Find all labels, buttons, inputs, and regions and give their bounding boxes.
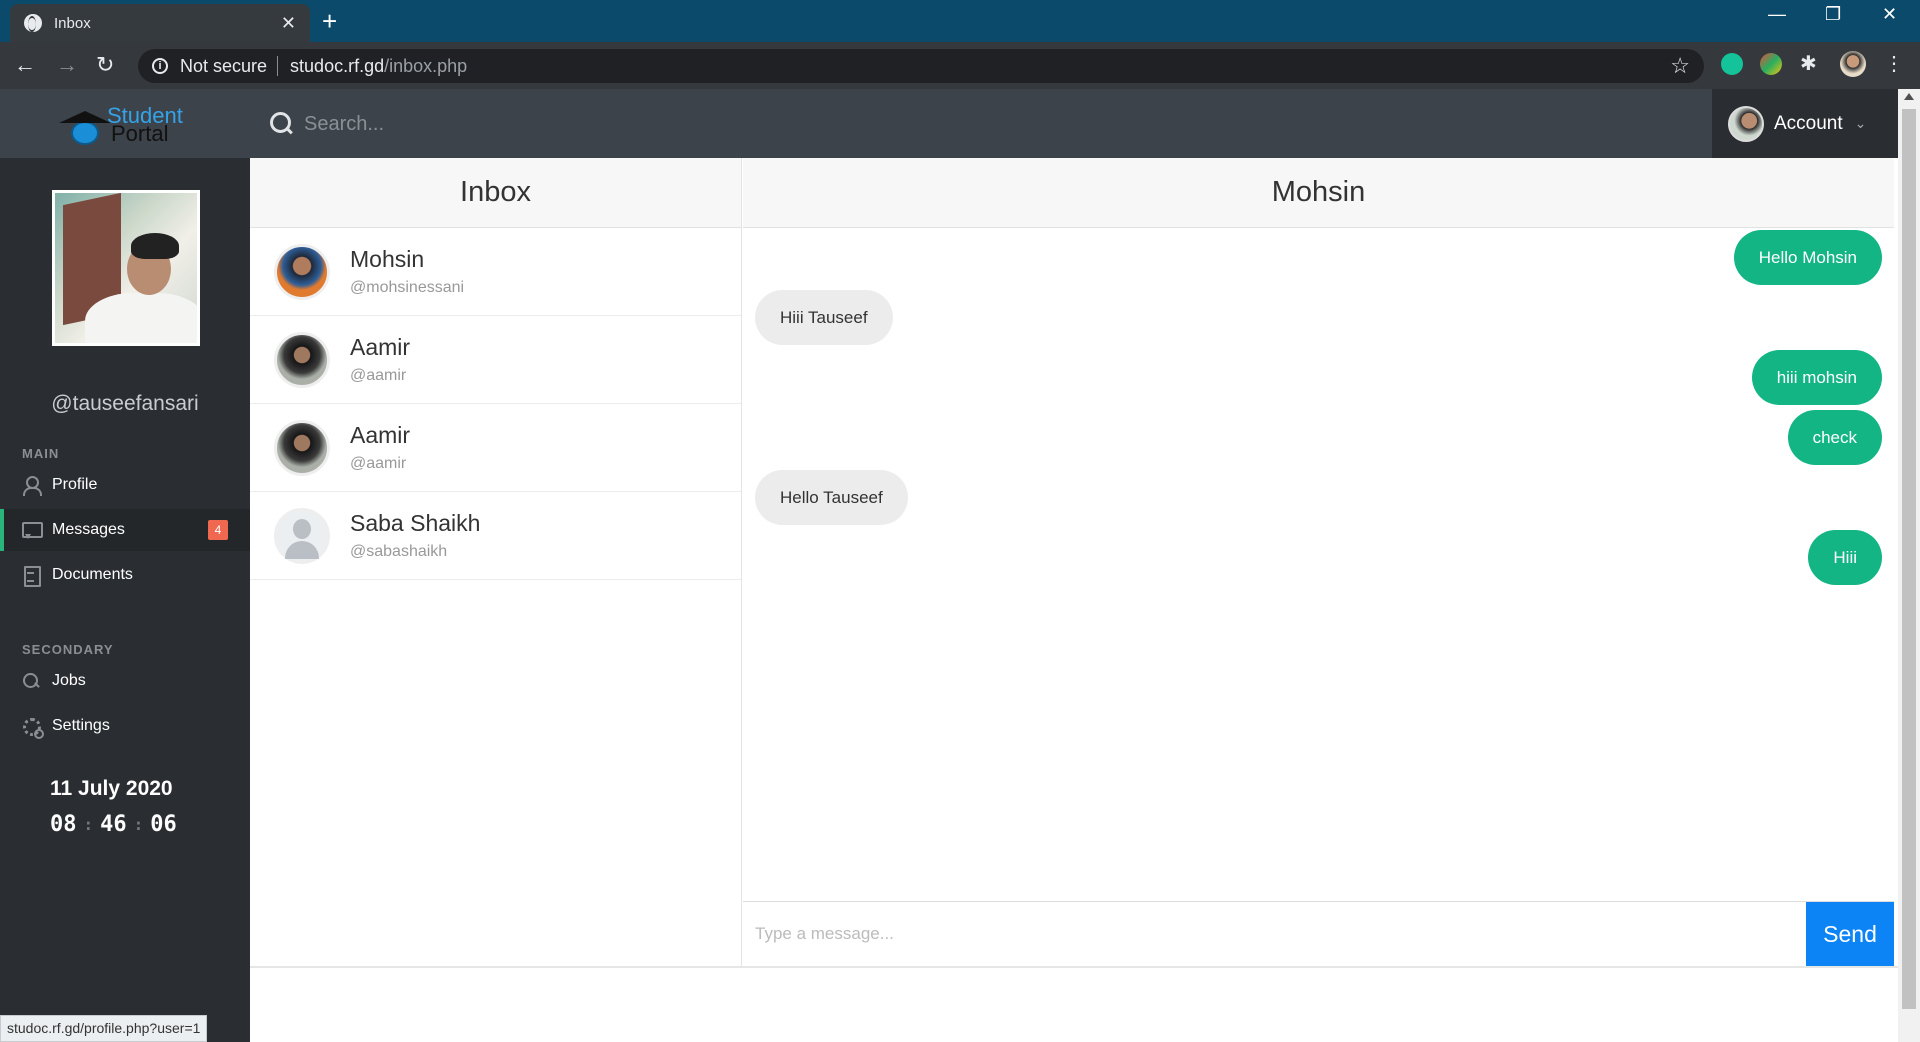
sidebar-item-label: Jobs: [52, 672, 86, 689]
profile-photo[interactable]: [52, 190, 200, 346]
bookmark-star-icon[interactable]: ☆: [1670, 53, 1690, 79]
sidebar-item-settings[interactable]: Settings: [0, 705, 250, 747]
logo-area: Student Portal: [0, 89, 250, 158]
graduation-cap-globe-icon: [59, 110, 111, 145]
chat-panel: Mohsin Hello Mohsin Hiii Tauseef hiii mo…: [743, 158, 1894, 966]
sidebar-item-messages[interactable]: Messages 4: [0, 509, 250, 551]
browser-toolbar: ← → ↻ i Not secure studoc.rf.gd/inbox.ph…: [0, 42, 1920, 89]
contact-item[interactable]: Aamir @aamir: [250, 404, 741, 492]
chat-icon: [22, 521, 43, 539]
avatar: [274, 243, 330, 300]
divider: [250, 966, 1898, 968]
extension-icon[interactable]: [1760, 53, 1782, 75]
contact-handle: @sabashaikh: [350, 543, 448, 560]
contact-name: Aamir: [350, 334, 411, 360]
chat-title: Mohsin: [743, 158, 1894, 228]
sidebar-item-profile[interactable]: Profile: [0, 464, 250, 506]
clock-minutes: 46: [100, 812, 127, 837]
sidebar-item-jobs[interactable]: Jobs: [0, 660, 250, 702]
contact-name: Mohsin: [350, 246, 425, 272]
contact-name: Saba Shaikh: [350, 510, 481, 536]
message-input[interactable]: [743, 902, 1806, 966]
account-label: Account: [1774, 112, 1843, 134]
minimize-button[interactable]: —: [1768, 4, 1786, 25]
menu-kebab-icon[interactable]: ⋮: [1884, 53, 1906, 75]
url-path: /inbox.php: [384, 55, 468, 76]
default-avatar-icon: [274, 507, 330, 564]
sidebar-date: 11 July 2020: [50, 777, 173, 800]
sidebar-username: @tauseefansari: [51, 392, 199, 415]
url-host: studoc.rf.gd: [290, 55, 385, 76]
forward-button[interactable]: →: [56, 52, 78, 78]
sidebar-clock: 08 : 46 : 06: [50, 812, 177, 837]
close-window-button[interactable]: ✕: [1882, 4, 1897, 25]
app-root: Student Portal @tauseefansari MAIN Profi…: [0, 89, 1898, 1042]
top-bar: Account ⌄: [250, 89, 1898, 158]
logo-text-line2: Portal: [111, 120, 169, 146]
security-label: Not secure: [180, 55, 268, 76]
message-bubble-incoming: Hiii Tauseef: [755, 290, 893, 345]
account-menu[interactable]: Account ⌄: [1712, 89, 1898, 158]
page-scrollbar[interactable]: [1898, 89, 1920, 1042]
contact-handle: @mohsinessani: [350, 279, 465, 296]
message-list: Hello Mohsin Hiii Tauseef hiii mohsin ch…: [743, 228, 1894, 901]
restore-button[interactable]: ❐: [1825, 4, 1841, 25]
contact-item[interactable]: Aamir @aamir: [250, 316, 741, 404]
browser-tab-bar: Inbox ✕ + — ❐ ✕: [0, 0, 1920, 42]
info-icon[interactable]: i: [152, 58, 168, 74]
sidebar: Student Portal @tauseefansari MAIN Profi…: [0, 89, 250, 1042]
avatar: [1728, 105, 1764, 142]
clock-seconds: 06: [150, 812, 177, 837]
message-bubble-outgoing: Hiii: [1808, 530, 1882, 585]
inbox-panel: Inbox Mohsin @mohsinessani Aamir @aamir …: [250, 158, 742, 966]
reload-button[interactable]: ↻: [96, 52, 114, 78]
message-bubble-outgoing: Hello Mohsin: [1733, 230, 1882, 285]
browser-tab[interactable]: Inbox ✕: [10, 4, 310, 42]
close-tab-icon[interactable]: ✕: [281, 13, 296, 34]
document-icon: [22, 566, 41, 587]
gear-icon: [22, 717, 44, 739]
message-bubble-outgoing: check: [1787, 410, 1882, 465]
clock-hours: 08: [50, 812, 77, 837]
contact-item[interactable]: Mohsin @mohsinessani: [250, 228, 741, 316]
student-portal-logo[interactable]: Student Portal: [55, 101, 195, 147]
unread-count-badge: 4: [208, 520, 228, 540]
profile-avatar-icon[interactable]: [1840, 51, 1866, 77]
message-bubble-outgoing: hiii mohsin: [1751, 350, 1882, 405]
back-button[interactable]: ←: [14, 52, 36, 78]
chevron-down-icon: ⌄: [1854, 115, 1867, 131]
search-input[interactable]: [304, 105, 904, 143]
globe-icon: [24, 14, 42, 32]
avatar: [274, 419, 330, 476]
avatar: [274, 331, 330, 388]
send-button[interactable]: Send: [1806, 902, 1894, 966]
sidebar-item-label: Settings: [52, 717, 110, 734]
user-icon: [22, 476, 42, 496]
divider: [277, 56, 279, 76]
address-bar[interactable]: i Not secure studoc.rf.gd/inbox.php ☆: [138, 49, 1704, 83]
contact-item[interactable]: Saba Shaikh @sabashaikh: [250, 492, 741, 580]
message-bubble-incoming: Hello Tauseef: [755, 470, 908, 525]
sidebar-item-label: Documents: [52, 566, 133, 583]
tab-title: Inbox: [54, 14, 91, 32]
contact-name: Aamir: [350, 422, 411, 448]
scroll-up-arrow-icon[interactable]: [1904, 93, 1914, 100]
new-tab-button[interactable]: +: [322, 6, 337, 37]
nav-section-secondary: SECONDARY: [22, 642, 114, 657]
inbox-title: Inbox: [250, 158, 741, 228]
sidebar-item-label: Messages: [52, 521, 125, 538]
search-icon: [270, 112, 292, 134]
contact-handle: @aamir: [350, 367, 407, 384]
browser-status-url: studoc.rf.gd/profile.php?user=1: [0, 1015, 208, 1042]
scrollbar-thumb[interactable]: [1902, 109, 1916, 1009]
sidebar-item-documents[interactable]: Documents: [0, 554, 250, 596]
message-composer: Send: [743, 901, 1894, 966]
search-icon: [22, 672, 40, 690]
grammarly-extension-icon[interactable]: [1721, 53, 1743, 75]
sidebar-item-label: Profile: [52, 476, 98, 493]
nav-section-main: MAIN: [22, 446, 60, 461]
puzzle-icon[interactable]: ✱: [1800, 53, 1822, 75]
contact-handle: @aamir: [350, 455, 407, 472]
